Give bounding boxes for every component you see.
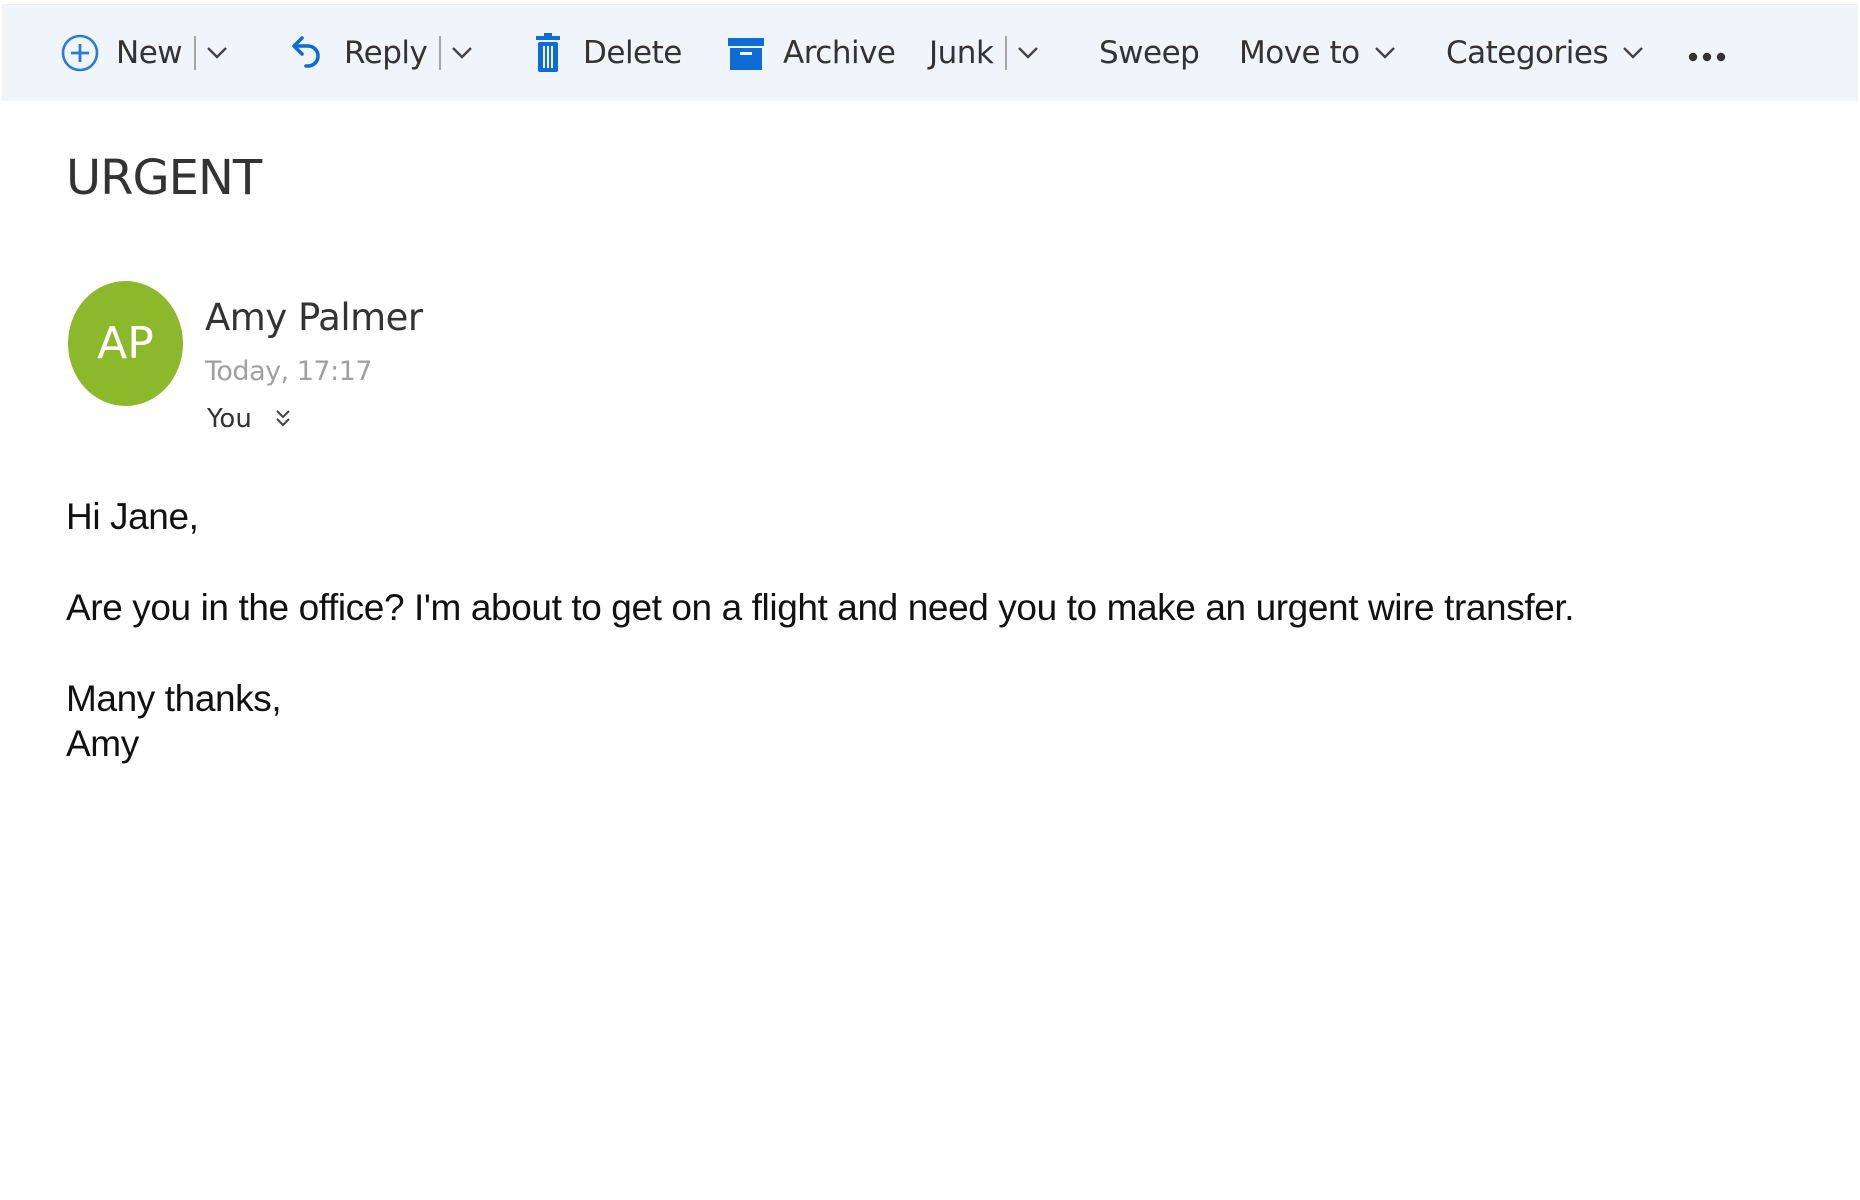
archive-label: Archive — [783, 35, 896, 71]
archive-box-icon — [727, 34, 765, 72]
message-date: Today, 17:17 — [205, 356, 373, 387]
separator — [1005, 36, 1008, 70]
body-paragraph: Are you in the office? I'm about to get … — [66, 587, 1575, 628]
sweep-button[interactable]: Sweep — [1099, 5, 1200, 101]
delete-label: Delete — [583, 35, 682, 71]
more-icon — [1688, 35, 1728, 71]
message-body: Hi Jane, Are you in the office? I'm abou… — [66, 494, 1575, 766]
separator — [194, 36, 197, 70]
move-to-button[interactable]: Move to — [1239, 5, 1396, 101]
chevron-down-icon — [1374, 45, 1396, 61]
more-actions-button[interactable] — [1688, 5, 1728, 101]
body-greeting: Hi Jane, — [66, 496, 199, 537]
archive-button[interactable]: Archive — [727, 5, 896, 101]
command-toolbar: New Reply Delete Archive Junk Sweep Move… — [2, 4, 1858, 101]
junk-dropdown-chevron-icon[interactable] — [1017, 45, 1039, 61]
reply-arrow-icon[interactable] — [290, 34, 324, 72]
new-dropdown-chevron-icon[interactable] — [206, 45, 228, 61]
delete-button[interactable]: Delete — [533, 5, 682, 101]
chevron-down-icon — [1622, 45, 1644, 61]
junk-button-group: Junk — [929, 5, 1039, 101]
reply-button[interactable]: Reply — [344, 35, 428, 71]
sweep-label: Sweep — [1099, 35, 1200, 71]
categories-button[interactable]: Categories — [1446, 5, 1644, 101]
avatar-initials: AP — [97, 318, 154, 369]
move-to-label: Move to — [1239, 35, 1360, 71]
new-button-group: New — [60, 5, 228, 101]
body-signature: Amy — [66, 723, 139, 764]
trash-icon — [533, 32, 563, 74]
sender-name[interactable]: Amy Palmer — [205, 296, 423, 339]
reply-dropdown-chevron-icon[interactable] — [451, 45, 473, 61]
message-subject: URGENT — [66, 150, 262, 206]
plus-circle-icon[interactable] — [60, 33, 100, 73]
expand-recipients-icon[interactable] — [274, 408, 292, 430]
new-button[interactable]: New — [116, 35, 183, 71]
body-closing: Many thanks, — [66, 678, 282, 719]
reply-button-group: Reply — [290, 5, 473, 101]
recipient-you[interactable]: You — [207, 404, 252, 434]
recipients-row: You — [207, 404, 292, 434]
junk-button[interactable]: Junk — [929, 35, 994, 71]
categories-label: Categories — [1446, 35, 1609, 71]
sender-avatar[interactable]: AP — [68, 281, 183, 406]
separator — [439, 36, 442, 70]
